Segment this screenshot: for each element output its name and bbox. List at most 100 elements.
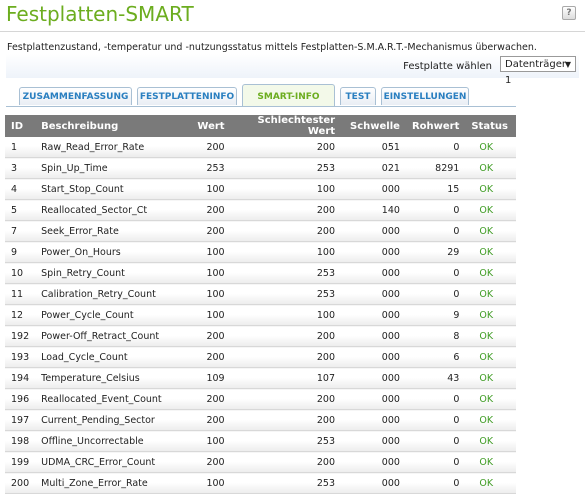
cell-wert: 200 xyxy=(173,199,231,221)
cell-id: 9 xyxy=(5,241,36,263)
cell-beschreibung: Seek_Error_Rate xyxy=(35,220,174,242)
cell-id: 12 xyxy=(5,304,36,326)
cell-schlechtester-wert: 200 xyxy=(230,199,342,221)
cell-schlechtester-wert: 200 xyxy=(230,451,342,473)
cell-beschreibung: Power_Cycle_Count xyxy=(35,304,174,326)
cell-id: 194 xyxy=(5,367,36,389)
cell-status: OK xyxy=(465,430,516,452)
help-icon[interactable]: ? xyxy=(562,6,576,20)
cell-beschreibung: Raw_Read_Error_Rate xyxy=(35,137,174,158)
cell-beschreibung: Power_On_Hours xyxy=(35,241,174,263)
cell-status: OK xyxy=(465,451,516,473)
cell-id: 198 xyxy=(5,430,36,452)
cell-schwelle: 000 xyxy=(341,220,406,242)
cell-schlechtester-wert: 253 xyxy=(230,430,342,452)
table-row: 200 Multi_Zone_Error_Rate 100 253 000 0 OK xyxy=(5,472,516,494)
cell-beschreibung: Reallocated_Sector_Ct xyxy=(35,199,174,221)
tab-bar: ZUSAMMENFASSUNG FESTPLATTENINFO SMART-IN… xyxy=(19,84,579,106)
cell-schwelle: 000 xyxy=(341,346,406,368)
cell-status: OK xyxy=(465,199,516,221)
page-description: Festplattenzustand, -temperatur und -nut… xyxy=(7,42,537,53)
cell-id: 5 xyxy=(5,199,36,221)
table-row: 9 Power_On_Hours 100 100 000 29 OK xyxy=(5,241,516,263)
cell-rohwert: 29 xyxy=(405,241,466,263)
cell-schlechtester-wert: 107 xyxy=(230,367,342,389)
cell-wert: 200 xyxy=(173,137,231,158)
cell-schlechtester-wert: 100 xyxy=(230,304,342,326)
table-row: 12 Power_Cycle_Count 100 100 000 9 OK xyxy=(5,304,516,326)
table-row: 1 Raw_Read_Error_Rate 200 200 051 0 OK xyxy=(5,137,516,158)
cell-schlechtester-wert: 253 xyxy=(230,262,342,284)
cell-beschreibung: Calibration_Retry_Count xyxy=(35,283,174,305)
cell-status: OK xyxy=(465,346,516,368)
tab-festplatteninfo[interactable]: FESTPLATTENINFO xyxy=(137,87,237,105)
smart-table: ID Beschreibung Wert Schlechtester Wert … xyxy=(5,115,516,494)
cell-wert: 253 xyxy=(173,157,231,179)
table-header-row: ID Beschreibung Wert Schlechtester Wert … xyxy=(5,115,516,137)
cell-rohwert: 0 xyxy=(405,472,466,494)
cell-rohwert: 8 xyxy=(405,325,466,347)
title-divider xyxy=(0,31,585,32)
tab-smart-info[interactable]: SMART-INFO xyxy=(242,84,335,106)
tab-einstellungen[interactable]: EINSTELLUNGEN xyxy=(381,87,469,105)
tab-zusammenfassung[interactable]: ZUSAMMENFASSUNG xyxy=(19,87,132,105)
cell-wert: 100 xyxy=(173,241,231,263)
cell-wert: 200 xyxy=(173,346,231,368)
table-row: 194 Temperature_Celsius 109 107 000 43 OK xyxy=(5,367,516,389)
disk-filter-bar xyxy=(6,54,579,78)
cell-beschreibung: Load_Cycle_Count xyxy=(35,346,174,368)
cell-rohwert: 0 xyxy=(405,262,466,284)
cell-rohwert: 0 xyxy=(405,283,466,305)
disk-select-dropdown[interactable]: Datenträger 1 ▼ xyxy=(500,56,576,86)
cell-schlechtester-wert: 200 xyxy=(230,346,342,368)
table-row: 196 Reallocated_Event_Count 200 200 000 0 OK xyxy=(5,388,516,410)
table-row: 193 Load_Cycle_Count 200 200 000 6 OK xyxy=(5,346,516,368)
table-row: 7 Seek_Error_Rate 200 200 000 0 OK xyxy=(5,220,516,242)
cell-rohwert: 9 xyxy=(405,304,466,326)
cell-wert: 200 xyxy=(173,325,231,347)
cell-rohwert: 0 xyxy=(405,220,466,242)
cell-beschreibung: Spin_Retry_Count xyxy=(35,262,174,284)
cell-rohwert: 0 xyxy=(405,137,466,158)
col-header-schwelle: Schwelle xyxy=(350,120,400,132)
cell-rohwert: 0 xyxy=(405,388,466,410)
cell-status: OK xyxy=(465,283,516,305)
cell-schlechtester-wert: 100 xyxy=(230,178,342,200)
table-row: 197 Current_Pending_Sector 200 200 000 0 OK xyxy=(5,409,516,431)
cell-beschreibung: Current_Pending_Sector xyxy=(35,409,174,431)
cell-rohwert: 0 xyxy=(405,430,466,452)
cell-schlechtester-wert: 253 xyxy=(230,283,342,305)
cell-beschreibung: Offline_Uncorrectable xyxy=(35,430,174,452)
cell-wert: 200 xyxy=(173,451,231,473)
cell-schwelle: 000 xyxy=(341,430,406,452)
cell-id: 10 xyxy=(5,262,36,284)
cell-status: OK xyxy=(465,409,516,431)
cell-id: 193 xyxy=(5,346,36,368)
disk-select-label: Festplatte wählen xyxy=(403,61,492,72)
smart-table-body: 1 Raw_Read_Error_Rate 200 200 051 0 OK 3 Spin_Up… xyxy=(5,137,516,494)
cell-status: OK xyxy=(465,262,516,284)
cell-id: 1 xyxy=(5,137,36,158)
cell-wert: 100 xyxy=(173,430,231,452)
table-row: 3 Spin_Up_Time 253 253 021 8291 OK xyxy=(5,157,516,179)
cell-schwelle: 000 xyxy=(341,178,406,200)
cell-rohwert: 0 xyxy=(405,199,466,221)
cell-status: OK xyxy=(465,137,516,158)
cell-status: OK xyxy=(465,388,516,410)
cell-wert: 100 xyxy=(173,178,231,200)
cell-beschreibung: Multi_Zone_Error_Rate xyxy=(35,472,174,494)
cell-wert: 200 xyxy=(173,409,231,431)
cell-schwelle: 021 xyxy=(341,157,406,179)
cell-status: OK xyxy=(465,178,516,200)
table-row: 199 UDMA_CRC_Error_Count 200 200 000 0 OK xyxy=(5,451,516,473)
cell-wert: 100 xyxy=(173,283,231,305)
cell-id: 199 xyxy=(5,451,36,473)
cell-status: OK xyxy=(465,157,516,179)
page-title: Festplatten-SMART xyxy=(6,2,194,26)
col-header-rohwert: Rohwert xyxy=(411,120,460,132)
cell-schwelle: 140 xyxy=(341,199,406,221)
cell-id: 4 xyxy=(5,178,36,200)
tab-test[interactable]: TEST xyxy=(340,87,376,105)
cell-beschreibung: Spin_Up_Time xyxy=(35,157,174,179)
cell-schwelle: 000 xyxy=(341,241,406,263)
